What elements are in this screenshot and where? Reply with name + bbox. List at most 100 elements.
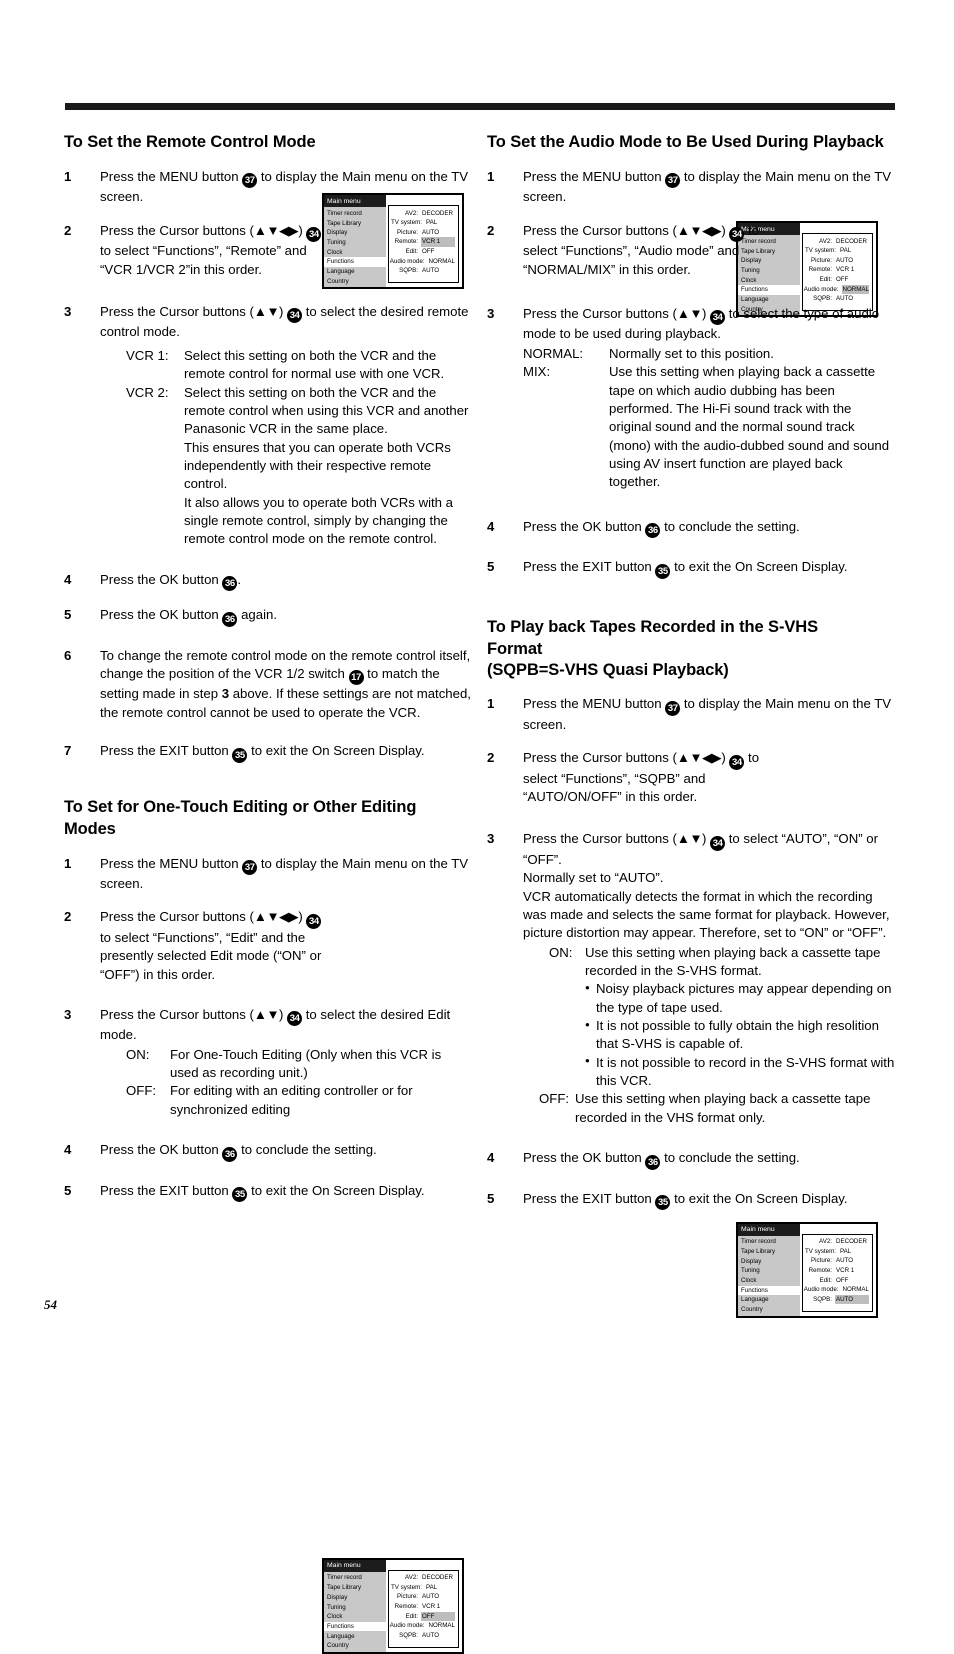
cursor-arrows-icon: ▲▼ bbox=[676, 305, 703, 321]
osd-menu-item: Tape Library bbox=[741, 1248, 776, 1256]
osd-menu-item: Country bbox=[327, 1642, 349, 1650]
osd-main-menu-sqpb: Main menu Timer record Tape Library Disp… bbox=[736, 1221, 878, 1318]
osd-settings-area: AV2: DECODER TV system: PAL Picture: AUT… bbox=[386, 1560, 462, 1652]
osd-menu-item: Satellite bbox=[327, 1651, 386, 1652]
step: 2 Press the Cursor buttons (▲▼◀▶) 34 to … bbox=[64, 909, 322, 982]
ref-badge: 36 bbox=[645, 1154, 661, 1170]
step: 2 Press the Cursor buttons (▲▼◀▶) 34 to … bbox=[487, 750, 760, 805]
osd-settings-area: AV2: DECODER TV system: PAL Picture: AUT… bbox=[386, 195, 462, 287]
definition-continuation: This ensures that you can operate both V… bbox=[184, 439, 451, 492]
step: 6 To change the remote control mode on t… bbox=[64, 647, 471, 720]
mode-definition-list: VCR 1: Select this setting on both the V… bbox=[100, 347, 472, 549]
cursor-arrows-icon: ▲▼◀▶ bbox=[676, 222, 722, 238]
definition-continuation: It also allows you to operate both VCRs … bbox=[184, 494, 454, 547]
osd-setting-row: TV system: PAL bbox=[391, 1583, 438, 1591]
osd-settings-panel: AV2: DECODER TV system: PAL Picture: AUT… bbox=[802, 233, 873, 311]
osd-settings-panel: AV2: DECODER TV system: PAL Picture: AUT… bbox=[802, 1233, 873, 1312]
osd-menu-item: Timer record bbox=[327, 1574, 362, 1582]
ref-badge: 34 bbox=[729, 754, 745, 770]
osd-setting-row: TV system: PAL bbox=[805, 1247, 852, 1255]
step: 1 Press the MENU button 37 to display th… bbox=[64, 855, 469, 892]
step: 2 Press the Cursor buttons (▲▼◀▶) 34 to … bbox=[64, 222, 328, 279]
osd-menu-item: Clock bbox=[327, 248, 343, 256]
step: 5 Press the OK button 36 again. bbox=[64, 607, 278, 627]
definition-row: VCR 1: Select this setting on both the V… bbox=[126, 347, 445, 382]
osd-settings-area: AV2: DECODER TV system: PAL Picture: AUT… bbox=[800, 223, 876, 315]
ref-badge: 34 bbox=[710, 835, 726, 851]
osd-menu-list: Main menu Timer record Tape Library Disp… bbox=[738, 1223, 800, 1316]
ref-badge: 35 bbox=[232, 747, 248, 763]
osd-menu-item: Language bbox=[741, 295, 769, 303]
ref-badge: 36 bbox=[645, 523, 661, 539]
cursor-arrows-icon: ▲▼◀▶ bbox=[253, 222, 299, 238]
ref-badge: 35 bbox=[232, 1187, 248, 1203]
osd-setting-row: Remote: VCR 1 bbox=[808, 1266, 855, 1274]
step: 4 Press the OK button 36. bbox=[64, 571, 242, 592]
step: 3 Press the Cursor buttons (▲▼) 34 to se… bbox=[64, 303, 472, 549]
osd-menu-item: Country bbox=[327, 277, 349, 285]
title-line-3: (SQPB=S-VHS Quasi Playback) bbox=[487, 661, 729, 680]
osd-setting-row: Audio mode: NORMAL bbox=[803, 1286, 869, 1294]
osd-setting-row: SQPB: AUTO bbox=[399, 267, 440, 275]
osd-title: Main menu bbox=[738, 1223, 800, 1236]
osd-settings-area: AV2: DECODER TV system: PAL Picture: AUT… bbox=[800, 1224, 876, 1316]
ref-badge: 37 bbox=[242, 860, 258, 875]
osd-menu-item: Language bbox=[327, 1632, 355, 1640]
definition-row: ON: For One-Touch Editing (Only when thi… bbox=[126, 1046, 442, 1081]
ref-badge: 34 bbox=[306, 227, 322, 243]
ref-badge: 34 bbox=[306, 913, 322, 929]
ref-badge: 37 bbox=[665, 700, 681, 716]
section-svhs-playback: To Play back Tapes Recorded in the S-VHS… bbox=[487, 617, 895, 1318]
osd-setting-row: AV2: DECODER bbox=[819, 237, 867, 245]
ref-badge: 35 bbox=[655, 563, 671, 579]
osd-menu-item: Display bbox=[327, 229, 348, 237]
osd-setting-row: AV2: DECODER bbox=[405, 1574, 453, 1582]
osd-setting-row: Picture: AUTO bbox=[397, 228, 440, 236]
ref-badge: 34 bbox=[287, 1011, 303, 1027]
osd-menu-item-selected: Functions bbox=[324, 1621, 386, 1632]
osd-setting-row: AV2: DECODER bbox=[819, 1238, 867, 1246]
osd-setting-row: Edit: OFF bbox=[819, 275, 849, 283]
cursor-arrows-icon: ▲▼◀▶ bbox=[676, 750, 722, 766]
osd-menu-item-selected: Functions bbox=[324, 257, 386, 267]
page-number: 54 bbox=[44, 1297, 57, 1312]
osd-menu-item: Display bbox=[327, 1593, 348, 1601]
cursor-arrows-icon: ▲▼◀▶ bbox=[253, 909, 299, 925]
definition-row: OFF: For editing with an editing control… bbox=[126, 1083, 413, 1117]
step: 1 Press the MENU button 37 to display th… bbox=[487, 168, 892, 205]
definition-row: MIX: Use this setting when playing back … bbox=[523, 364, 890, 490]
step: 4 Press the OK button 36 to conclude the… bbox=[487, 518, 800, 539]
osd-main-menu-remote: Main menu Timer record Tape Library Disp… bbox=[322, 193, 464, 289]
title-line-2: Format bbox=[487, 639, 543, 658]
osd-menu-item: Language bbox=[327, 267, 355, 275]
osd-menu-list: Main menu Timer record Tape Library Disp… bbox=[324, 1559, 386, 1652]
ref-badge: 34 bbox=[287, 308, 303, 324]
mode-definition-list: ON: For One-Touch Editing (Only when thi… bbox=[100, 1046, 472, 1119]
ref-badge: 36 bbox=[222, 1146, 238, 1162]
step: 3 Press the Cursor buttons (▲▼) 34 to se… bbox=[487, 305, 895, 492]
osd-setting-row-highlighted: SQPB: AUTO bbox=[805, 1294, 869, 1305]
osd-setting-row-highlighted: Remote: VCR 1 bbox=[391, 237, 455, 247]
osd-menu-item: Country bbox=[741, 1306, 763, 1314]
mode-definition-list: NORMAL: Normally set to this position. M… bbox=[523, 345, 895, 492]
bullet-note-list: Noisy playback pictures may appear depen… bbox=[549, 980, 895, 1090]
bullet-note: Noisy playback pictures may appear depen… bbox=[585, 980, 895, 1017]
section-one-touch-editing: To Set for One-Touch Editing or Other Ed… bbox=[64, 797, 472, 1654]
osd-setting-row: TV system: PAL bbox=[391, 219, 438, 227]
osd-setting-row-highlighted: Audio mode: NORMAL bbox=[803, 284, 869, 294]
ref-badge: 36 bbox=[222, 576, 238, 592]
bullet-note: It is not possible to fully obtain the h… bbox=[585, 1017, 895, 1054]
osd-menu-list: Main menu Timer record Tape Library Disp… bbox=[324, 195, 386, 287]
step: 4 Press the OK button 36 to conclude the… bbox=[487, 1150, 800, 1170]
osd-setting-row: Edit: OFF bbox=[405, 247, 435, 255]
step: 5 Press the EXIT button 35 to exit the O… bbox=[487, 559, 848, 579]
ref-badge: 37 bbox=[242, 173, 258, 189]
osd-setting-row: Remote: VCR 1 bbox=[808, 266, 855, 274]
osd-setting-row: Picture: AUTO bbox=[811, 1257, 854, 1265]
osd-setting-row: Picture: AUTO bbox=[811, 256, 854, 264]
page-title: To Set the Remote Control Mode bbox=[64, 133, 316, 151]
page-title: To Play back Tapes Recorded in the S-VHS… bbox=[487, 617, 895, 683]
osd-setting-row: SQPB: AUTO bbox=[813, 295, 854, 303]
cursor-arrows-icon: ▲▼ bbox=[253, 303, 280, 319]
osd-menu-item: Clock bbox=[741, 1277, 757, 1285]
